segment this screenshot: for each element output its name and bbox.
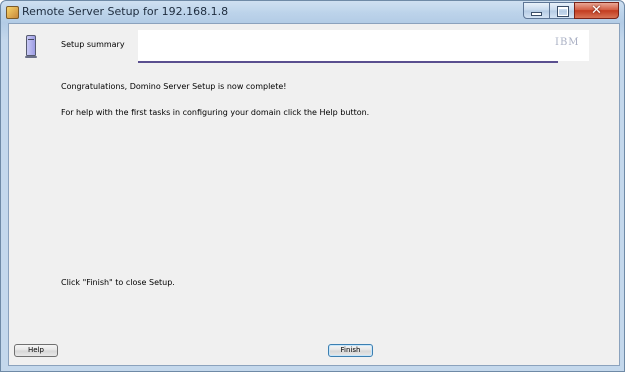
server-icon <box>25 35 37 58</box>
help-button[interactable]: Help <box>14 344 58 357</box>
setup-panel: Setup summary IBM Congratulations, Domin… <box>8 23 620 366</box>
minimize-icon <box>532 13 541 15</box>
setup-window: Remote Server Setup for 192.168.1.8 ✕ Se… <box>0 0 625 372</box>
maximize-button[interactable] <box>549 2 575 19</box>
banner-accent-bar <box>138 61 558 63</box>
finish-button[interactable]: Finish <box>328 344 373 357</box>
header-banner <box>138 30 589 61</box>
step-title: Setup summary <box>61 40 125 49</box>
minimize-button[interactable] <box>523 2 550 19</box>
close-button[interactable]: ✕ <box>574 2 619 19</box>
window-title: Remote Server Setup for 192.168.1.8 <box>22 5 229 18</box>
ibm-logo: IBM <box>555 37 580 48</box>
close-icon: ✕ <box>591 3 602 18</box>
maximize-icon <box>558 7 568 16</box>
close-hint-message: Click "Finish" to close Setup. <box>61 278 175 287</box>
app-icon <box>6 6 19 19</box>
title-bar[interactable]: Remote Server Setup for 192.168.1.8 ✕ <box>1 1 624 23</box>
completion-message: Congratulations, Domino Server Setup is … <box>61 82 287 91</box>
help-hint-message: For help with the first tasks in configu… <box>61 108 370 117</box>
